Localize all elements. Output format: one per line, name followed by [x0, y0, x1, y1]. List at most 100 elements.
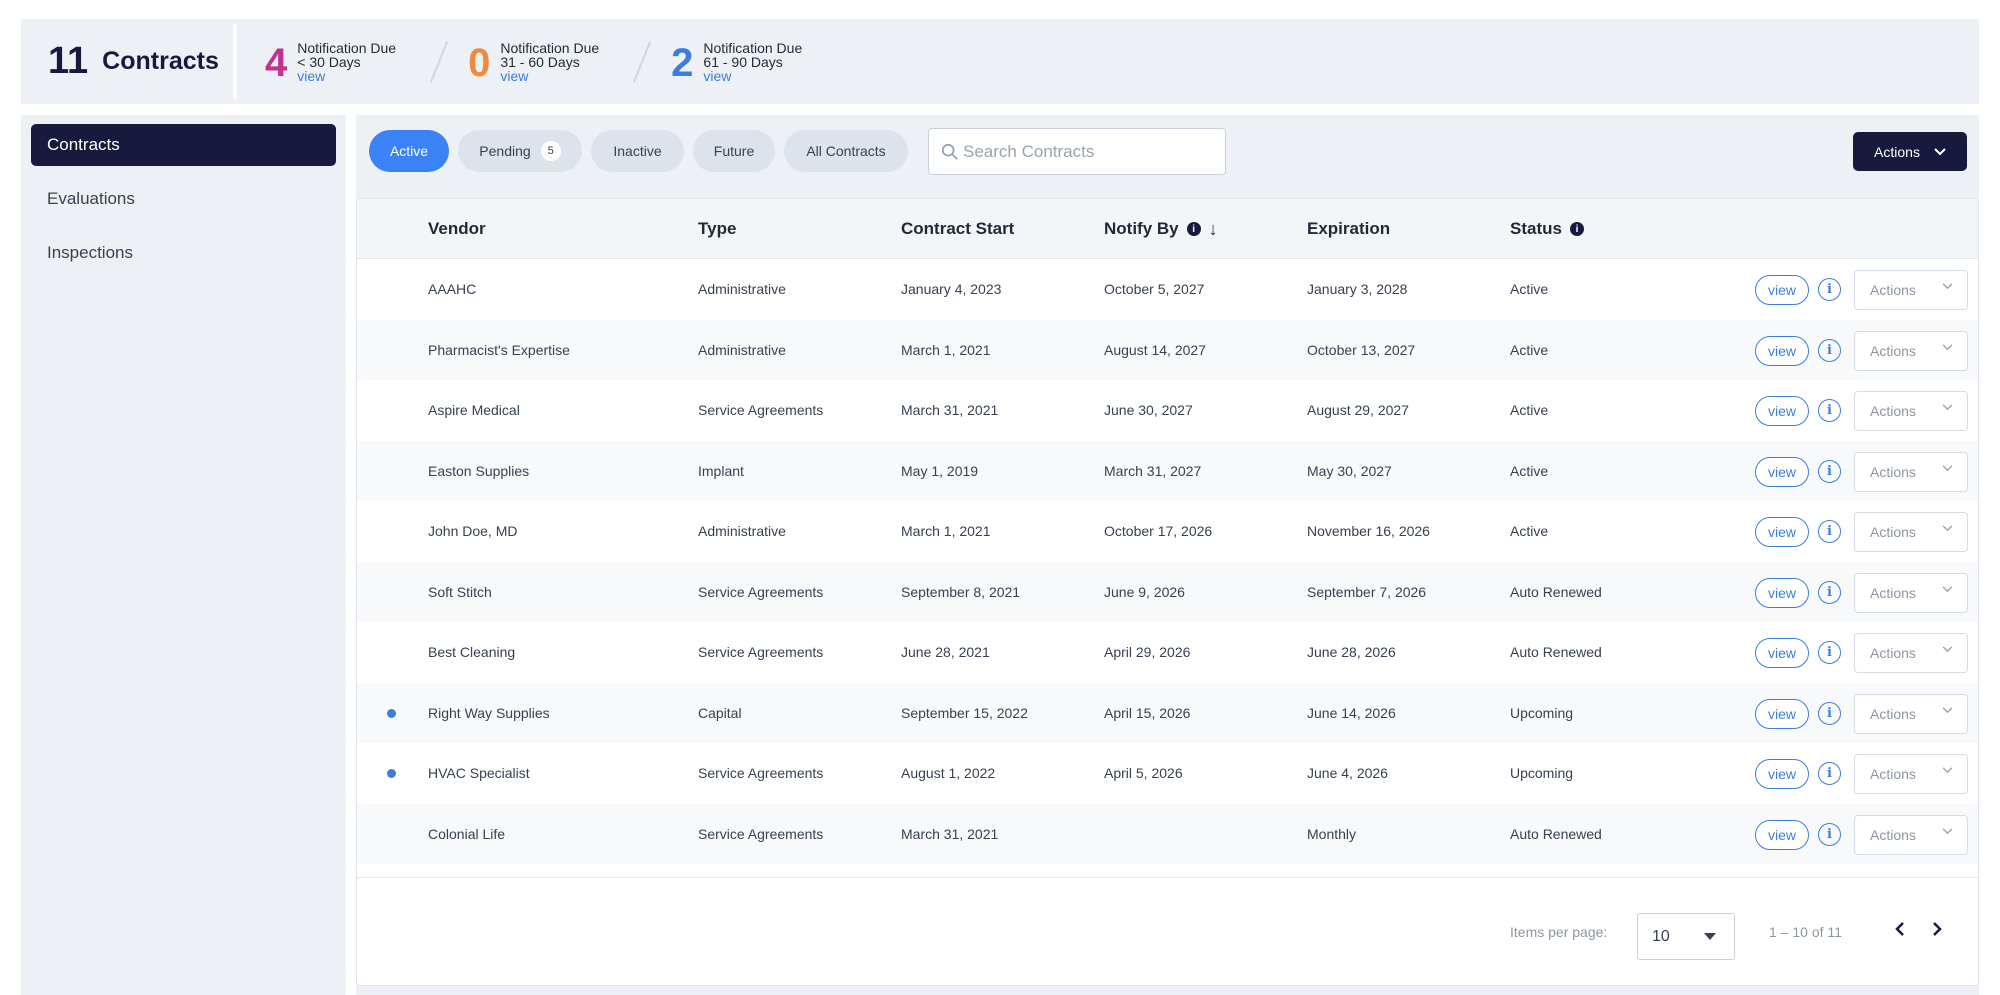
row-actions-dropdown[interactable]: Actions	[1854, 693, 1968, 734]
items-per-page-select[interactable]: 10	[1637, 913, 1735, 960]
column-notify-by[interactable]: Notify By i ↓	[1104, 199, 1218, 259]
info-icon[interactable]: i	[1818, 338, 1841, 362]
info-icon[interactable]: i	[1818, 278, 1841, 301]
cell-start: September 15, 2022	[901, 704, 1028, 721]
view-button[interactable]: view	[1755, 275, 1809, 305]
cell-expiration: January 3, 2028	[1307, 281, 1408, 297]
cell-type: Service Agreements	[698, 583, 824, 600]
info-icon[interactable]: i	[1818, 762, 1841, 785]
info-icon[interactable]: i	[1569, 222, 1584, 236]
chevron-down-icon	[1942, 827, 1953, 838]
sidebar-item-inspections[interactable]: Inspections	[31, 232, 336, 274]
cell-status: Auto Renewed	[1510, 583, 1602, 600]
row-actions-dropdown[interactable]: Actions	[1854, 572, 1968, 613]
row-actions-label: Actions	[1870, 524, 1916, 540]
cell-type: Administrative	[698, 341, 786, 358]
cell-notify: June 30, 2027	[1104, 402, 1193, 418]
chevron-down-icon	[1934, 147, 1946, 155]
cell-start: September 8, 2021	[901, 583, 1021, 600]
cell-type: Service Agreements	[698, 644, 824, 660]
row-actions-dropdown[interactable]: Actions	[1854, 451, 1968, 492]
actions-dropdown-button[interactable]: Actions	[1853, 132, 1967, 171]
sidebar: Contracts Evaluations Inspections	[21, 115, 346, 995]
row-actions-label: Actions	[1870, 826, 1916, 843]
divider	[429, 40, 449, 83]
column-status[interactable]: Status i	[1510, 199, 1584, 259]
column-vendor[interactable]: Vendor	[428, 199, 486, 259]
next-page-button[interactable]	[1922, 914, 1952, 944]
cell-notify: June 9, 2026	[1104, 583, 1185, 600]
info-icon[interactable]: i	[1186, 222, 1201, 236]
sidebar-item-contracts[interactable]: Contracts	[31, 124, 336, 166]
pending-count-badge: 5	[540, 141, 561, 161]
cell-status: Upcoming	[1510, 704, 1574, 721]
cell-start: March 1, 2021	[901, 523, 991, 539]
row-actions-dropdown[interactable]: Actions	[1854, 330, 1968, 371]
view-button[interactable]: view	[1755, 759, 1809, 789]
view-button[interactable]: view	[1755, 577, 1809, 608]
tab-active[interactable]: Active	[369, 130, 449, 172]
cell-notify: August 14, 2027	[1104, 341, 1206, 358]
row-actions-dropdown[interactable]: Actions	[1854, 814, 1968, 855]
row-actions-dropdown[interactable]: Actions	[1854, 512, 1968, 552]
row-actions-dropdown[interactable]: Actions	[1854, 754, 1968, 794]
tab-all-contracts[interactable]: All Contracts	[784, 130, 908, 172]
cell-vendor: AAAHC	[428, 281, 477, 297]
column-type[interactable]: Type	[698, 199, 736, 259]
info-icon[interactable]: i	[1818, 580, 1841, 604]
row-actions-dropdown[interactable]: Actions	[1854, 633, 1968, 673]
row-actions-dropdown[interactable]: Actions	[1854, 270, 1968, 310]
row-actions-label: Actions	[1870, 282, 1916, 298]
notification-view-link[interactable]: view	[297, 69, 396, 83]
tab-inactive[interactable]: Inactive	[591, 130, 684, 172]
sidebar-item-evaluations[interactable]: Evaluations	[31, 178, 336, 220]
summary-bar: 11 Contracts 4 Notification Due < 30 Days v…	[21, 19, 1979, 104]
info-icon[interactable]: i	[1818, 822, 1841, 846]
cell-status: Active	[1510, 523, 1549, 539]
info-icon[interactable]: i	[1818, 399, 1841, 422]
view-button[interactable]: view	[1755, 517, 1809, 547]
tab-label: All Contracts	[806, 143, 886, 159]
cell-type: Implant	[698, 462, 744, 479]
column-contract-start[interactable]: Contract Start	[901, 199, 1014, 259]
view-button[interactable]: view	[1755, 638, 1809, 668]
info-icon[interactable]: i	[1818, 701, 1841, 725]
previous-page-button[interactable]	[1885, 914, 1915, 944]
tab-future[interactable]: Future	[693, 130, 775, 172]
cell-start: March 1, 2021	[901, 341, 991, 358]
notification-count: 2	[671, 40, 694, 85]
cell-start: March 31, 2021	[901, 825, 999, 842]
notification-view-link[interactable]: view	[703, 69, 802, 83]
view-button[interactable]: view	[1755, 396, 1809, 426]
search-input[interactable]	[963, 141, 1213, 162]
notification-due-1: 0 Notification Due 31 - 60 Days view	[468, 41, 599, 83]
view-button[interactable]: view	[1755, 335, 1809, 366]
caret-down-icon	[1704, 933, 1716, 940]
chevron-down-icon	[1942, 464, 1953, 475]
info-icon[interactable]: i	[1818, 520, 1841, 543]
info-icon[interactable]: i	[1818, 459, 1841, 483]
view-button[interactable]: view	[1755, 698, 1809, 729]
cell-status: Active	[1510, 462, 1549, 479]
table-row: Best Cleaning Service Agreements June 28, …	[357, 622, 1978, 683]
table-header: Vendor Type Contract Start Notify By i ↓…	[357, 199, 1978, 259]
column-expiration[interactable]: Expiration	[1307, 199, 1390, 259]
chevron-left-icon	[1895, 922, 1904, 936]
divider	[632, 40, 652, 83]
notification-view-link[interactable]: view	[500, 69, 599, 83]
view-button[interactable]: view	[1755, 819, 1809, 850]
tab-pending[interactable]: Pending 5	[458, 130, 582, 172]
cell-start: June 28, 2021	[901, 644, 990, 660]
search-box[interactable]	[928, 128, 1226, 175]
info-icon[interactable]: i	[1818, 641, 1841, 664]
row-actions-dropdown[interactable]: Actions	[1854, 391, 1968, 431]
cell-status: Upcoming	[1510, 765, 1574, 781]
tab-label: Future	[713, 143, 755, 159]
cell-start: May 1, 2019	[901, 462, 979, 479]
cell-start: August 1, 2022	[901, 765, 996, 781]
sort-down-icon[interactable]: ↓	[1209, 219, 1218, 240]
notification-range: 61 - 90 Days	[703, 53, 783, 70]
table-row: Easton Supplies Implant May 1, 2019 March 3…	[357, 440, 1978, 501]
search-icon	[941, 143, 958, 160]
view-button[interactable]: view	[1755, 456, 1809, 487]
